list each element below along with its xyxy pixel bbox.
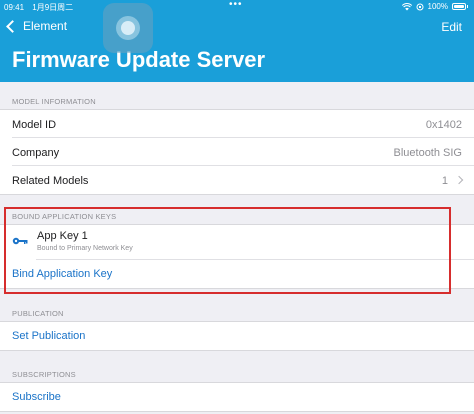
multitasking-dots[interactable]: ••• bbox=[229, 0, 243, 10]
navigation-header: 09:41 1月9日周二 ••• 100% Element Edit Firmw… bbox=[0, 0, 474, 82]
section-header-model-information: MODEL INFORMATION bbox=[12, 97, 96, 106]
related-models-row[interactable]: Related Models 1 bbox=[0, 166, 474, 194]
set-publication-row[interactable]: Set Publication bbox=[0, 322, 474, 350]
model-id-row: Model ID 0x1402 bbox=[0, 110, 474, 138]
bind-application-key-row[interactable]: Bind Application Key bbox=[0, 260, 474, 288]
model-information-group: Model ID 0x1402 Company Bluetooth SIG Re… bbox=[0, 109, 474, 195]
related-models-label: Related Models bbox=[12, 175, 89, 187]
battery-icon bbox=[452, 3, 466, 10]
section-header-subscriptions: SUBSCRIPTIONS bbox=[12, 370, 76, 379]
related-models-count: 1 bbox=[441, 175, 448, 187]
status-date: 1月9日周二 bbox=[32, 3, 74, 12]
publication-group: Set Publication bbox=[0, 321, 474, 351]
subscribe-button[interactable]: Subscribe bbox=[12, 391, 61, 403]
app-key-subtitle: Bound to Primary Network Key bbox=[37, 245, 133, 252]
key-icon bbox=[12, 237, 28, 245]
subscriptions-group: Subscribe bbox=[0, 382, 474, 412]
status-time: 09:41 bbox=[4, 3, 25, 12]
app-key-name: App Key 1 bbox=[37, 230, 88, 242]
orientation-lock-icon bbox=[416, 3, 424, 10]
bind-application-key-button[interactable]: Bind Application Key bbox=[12, 268, 112, 280]
model-id-label: Model ID bbox=[12, 119, 57, 131]
battery-percent: 100% bbox=[427, 2, 448, 11]
status-bar: 09:41 1月9日周二 ••• 100% bbox=[0, 0, 474, 12]
assistive-touch-icon[interactable] bbox=[103, 3, 153, 53]
bound-keys-group: App Key 1 Bound to Primary Network Key B… bbox=[0, 224, 474, 289]
subscribe-row[interactable]: Subscribe bbox=[0, 383, 474, 411]
company-label: Company bbox=[12, 147, 60, 159]
back-button-label: Element bbox=[23, 19, 68, 33]
back-chevron-icon bbox=[6, 20, 19, 33]
company-value: Bluetooth SIG bbox=[393, 147, 463, 159]
section-header-publication: PUBLICATION bbox=[12, 309, 64, 318]
back-button[interactable]: Element bbox=[6, 19, 68, 33]
edit-button[interactable]: Edit bbox=[441, 20, 462, 34]
set-publication-button[interactable]: Set Publication bbox=[12, 330, 85, 342]
app-key-row[interactable]: App Key 1 Bound to Primary Network Key bbox=[0, 225, 474, 260]
model-id-value: 0x1402 bbox=[425, 119, 462, 131]
section-header-bound-application-keys: BOUND APPLICATION KEYS bbox=[12, 212, 117, 221]
chevron-right-icon bbox=[454, 175, 464, 185]
company-row: Company Bluetooth SIG bbox=[0, 138, 474, 166]
wifi-icon bbox=[401, 2, 412, 10]
